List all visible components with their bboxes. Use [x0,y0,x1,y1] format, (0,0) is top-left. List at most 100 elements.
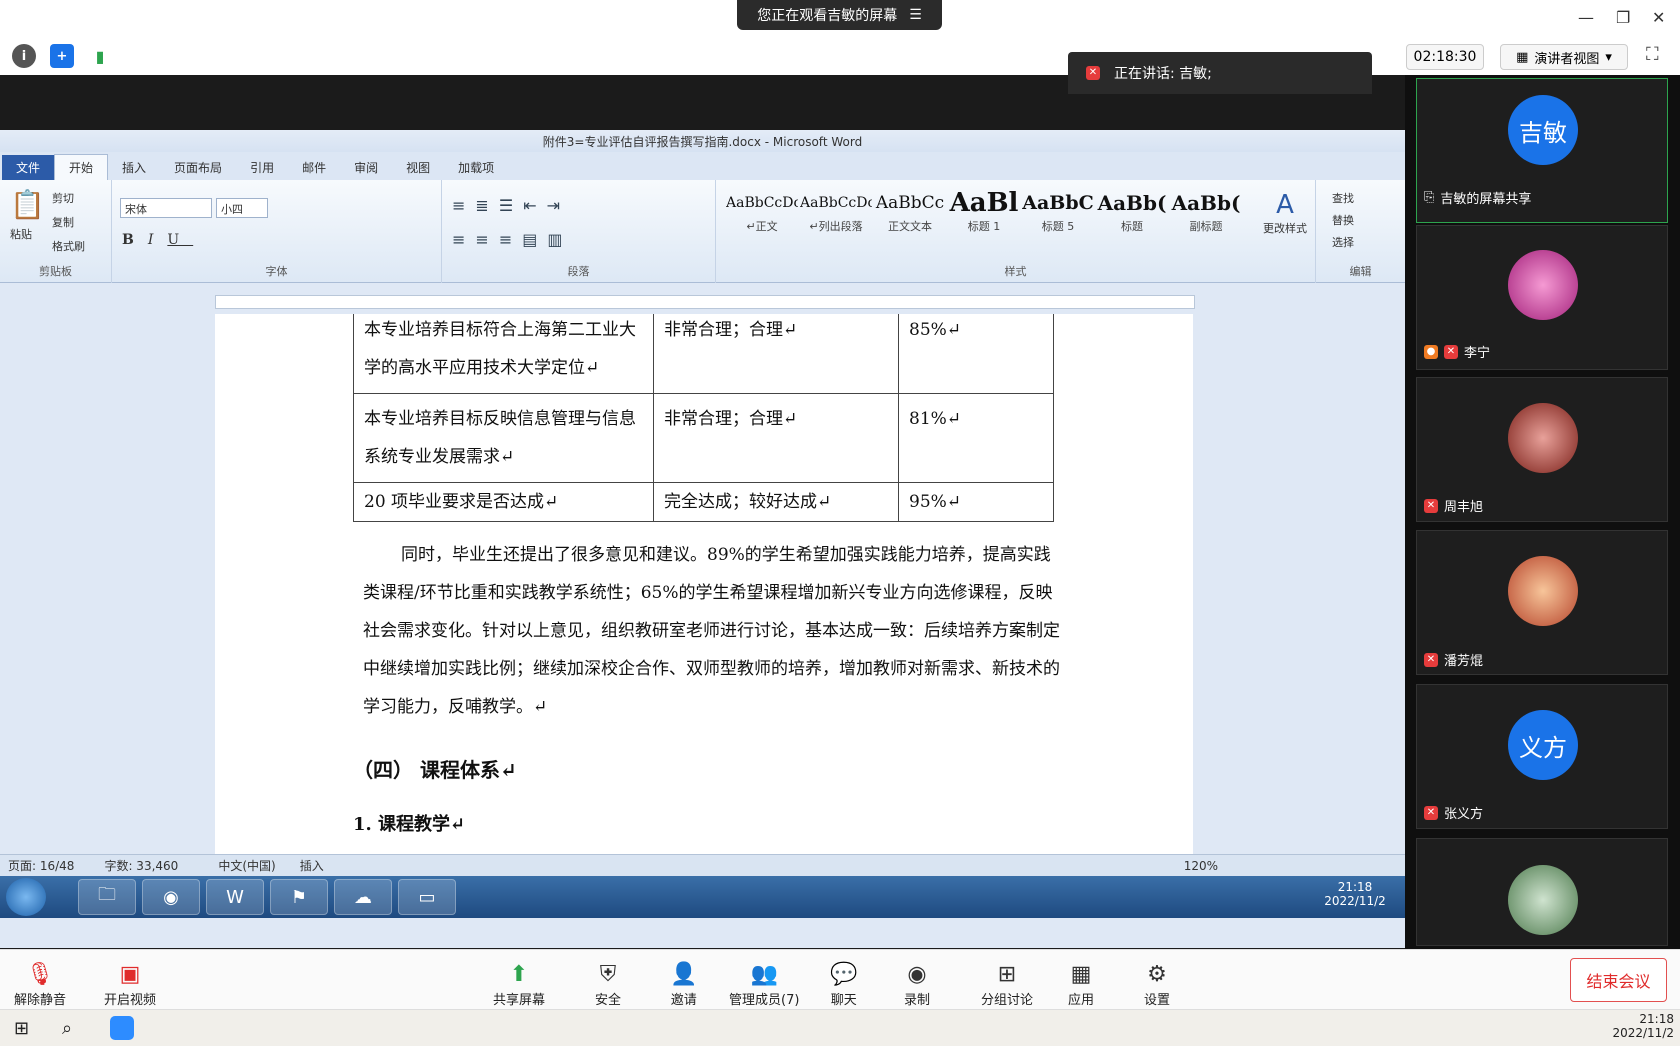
font-group: 宋体 小四 BIU 字体 [112,180,442,283]
style-heading5[interactable]: AaBbC 标题 5 [1022,188,1094,244]
replace-button[interactable]: 替换 [1332,212,1354,228]
info-icon[interactable]: i [12,44,36,68]
breakout-icon: ⊞ [997,962,1017,987]
font-label: 字体 [265,265,288,278]
file-icon[interactable]: ▭ [398,879,456,915]
font-name-select[interactable]: 宋体 [120,198,212,218]
word-title: 附件3=专业评估自评报告撰写指南.docx - Microsoft Word [542,134,863,149]
style-title[interactable]: AaBb(标题 [1096,188,1168,244]
select-button[interactable]: 选择 [1332,234,1354,250]
chat-button[interactable]: 💬 聊天 [830,952,857,1008]
banner-text: 您正在观看吉敏的屏幕 [757,8,898,24]
style-title-name: 标题 [1121,220,1143,233]
tab-file[interactable]: 文件 [2,155,55,180]
share-screen-button[interactable]: ⬆ 共享屏幕 [493,952,545,1008]
avatar: 吉敏 [1508,95,1578,165]
chat-icon: 💬 [830,962,858,987]
breakout-button[interactable]: ⊞ 分组讨论 [981,952,1033,1008]
unmute-button[interactable]: 🎙 解除静音 [14,952,66,1008]
copy-button[interactable]: 复制 [52,214,74,230]
apps-icon: ▦ [1070,962,1092,987]
tab-home[interactable]: 开始 [54,154,109,180]
participant-label: 张义方 [1444,807,1484,822]
start-video-button[interactable]: ▣ 开启视频 [104,952,156,1008]
restore-icon[interactable]: ❐ [1616,8,1630,27]
tab-layout[interactable]: 页面布局 [160,155,236,180]
tab-mailings[interactable]: 邮件 [288,155,340,180]
style-list-paragraph[interactable]: AaBbCcDc ↵列出段落 [800,188,872,244]
explorer-icon[interactable]: 🗀 [78,879,136,915]
paste-button[interactable]: 粘贴 [10,226,32,242]
avatar [1508,403,1578,473]
editing-group: 查找 替换 选择 编辑 [1316,180,1405,283]
insert-mode[interactable]: 插入 [300,857,324,874]
word-icon[interactable]: W [206,879,264,915]
security-button[interactable]: ⛨ 安全 [595,952,621,1008]
zoom-app-icon[interactable]: ☁ [334,879,392,915]
table-cell: 非常合理；合理↵ [653,393,899,483]
muted-mic-icon: ✕ [1086,66,1100,80]
tab-review[interactable]: 审阅 [340,155,392,180]
style-body-text[interactable]: AaBbCc 正文文本 [874,188,946,244]
avatar [1508,556,1578,626]
word-title-bar: 附件3=专业评估自评报告撰写指南.docx - Microsoft Word [0,130,1405,152]
tab-insert[interactable]: 插入 [108,155,160,180]
cut-button[interactable]: 剪切 [52,190,74,206]
horizontal-ruler[interactable] [215,295,1195,309]
end-meeting-button[interactable]: 结束会议 [1570,958,1667,1002]
shield-icon[interactable]: + [50,44,74,68]
zoom-level[interactable]: 120% [1184,859,1218,873]
avatar [1508,865,1578,935]
menu-icon[interactable]: ☰ [909,7,922,23]
settings-button[interactable]: ⚙ 设置 [1144,952,1170,1008]
minimize-icon[interactable]: — [1578,8,1594,27]
style-heading1[interactable]: AaBl 标题 1 [948,188,1020,244]
view-mode-select[interactable]: ▦ 演讲者视图 ▾ [1500,44,1628,70]
pdf-icon[interactable]: ⚑ [270,879,328,915]
screen-share-banner[interactable]: 您正在观看吉敏的屏幕 ☰ [737,0,942,30]
participant-label: 潘芳焜 [1444,654,1484,669]
signal-icon[interactable]: ▮ [88,44,112,68]
font-format-buttons[interactable]: BIU [122,232,193,248]
close-icon[interactable]: ✕ [1652,8,1665,27]
unmute-label: 解除静音 [14,993,67,1008]
find-button[interactable]: 查找 [1332,190,1354,206]
font-size-select[interactable]: 小四 [216,198,268,218]
tab-view[interactable]: 视图 [392,155,444,180]
table-cell: 81%↵ [898,393,1054,483]
participant-label: 周丰旭 [1444,500,1484,515]
body-paragraph: 同时，毕业生还提出了很多意见和建议。89%的学生希望加强实践能力培养，提高实践类… [363,545,1060,717]
paste-icon[interactable]: 📋 [10,188,45,221]
apps-button[interactable]: ▦ 应用 [1068,952,1094,1008]
language[interactable]: 中文(中国) [218,857,275,874]
avatar: 义方 [1508,710,1578,780]
zoom-taskbar-icon[interactable] [110,1016,134,1040]
table-cell: 本专业培养目标符合上海第二工业大学的高水平应用技术大学定位↵ [353,314,654,394]
taskbar-clock: 21:18 2022/11/2 [1600,1012,1674,1040]
word-count[interactable]: 字数: 33,460 [104,857,178,874]
windows-icon[interactable]: ⊞ [14,1018,29,1039]
search-icon[interactable]: ⌕ [62,1018,72,1039]
table-cell: 20 项毕业要求是否达成↵ [353,482,654,522]
change-styles-button[interactable]: A 更改样式 [1256,190,1314,236]
style-normal[interactable]: AaBbCcDc ↵正文 [726,188,798,244]
record-button[interactable]: ◉ 录制 [904,952,930,1008]
muted-mic-icon: 🎙 [26,962,54,987]
tab-addins[interactable]: 加载项 [444,155,508,180]
chrome-icon[interactable]: ◉ [142,879,200,915]
align-icons[interactable]: ≡≡≡▤▥ [452,230,572,249]
page-count[interactable]: 页面: 16/48 [8,857,74,874]
start-orb-icon[interactable] [6,878,46,916]
windows-taskbar: ⊞ ⌕ 21:18 2022/11/2 [0,1009,1680,1046]
document-content[interactable]: 本专业培养目标符合上海第二工业大学的高水平应用技术大学定位↵ 非常合理；合理↵ … [215,314,1193,854]
style-subtitle[interactable]: AaBb(副标题 [1170,188,1242,244]
share-label: 共享屏幕 [493,993,546,1008]
ribbon-tabs: 文件 开始 插入 页面布局 引用 邮件 审阅 视图 加载项 [0,152,1405,180]
fullscreen-icon[interactable]: ⛶ [1646,44,1659,65]
style-h5-sample: AaBbC [1022,192,1094,214]
list-icons[interactable]: ≡≣☰⇤⇥ [452,196,570,215]
manage-participants-button[interactable]: 👥 管理成员(7) [729,952,799,1008]
tab-references[interactable]: 引用 [236,155,288,180]
format-painter-button[interactable]: 格式刷 [52,238,85,254]
invite-button[interactable]: 👤 邀请 [670,952,697,1008]
